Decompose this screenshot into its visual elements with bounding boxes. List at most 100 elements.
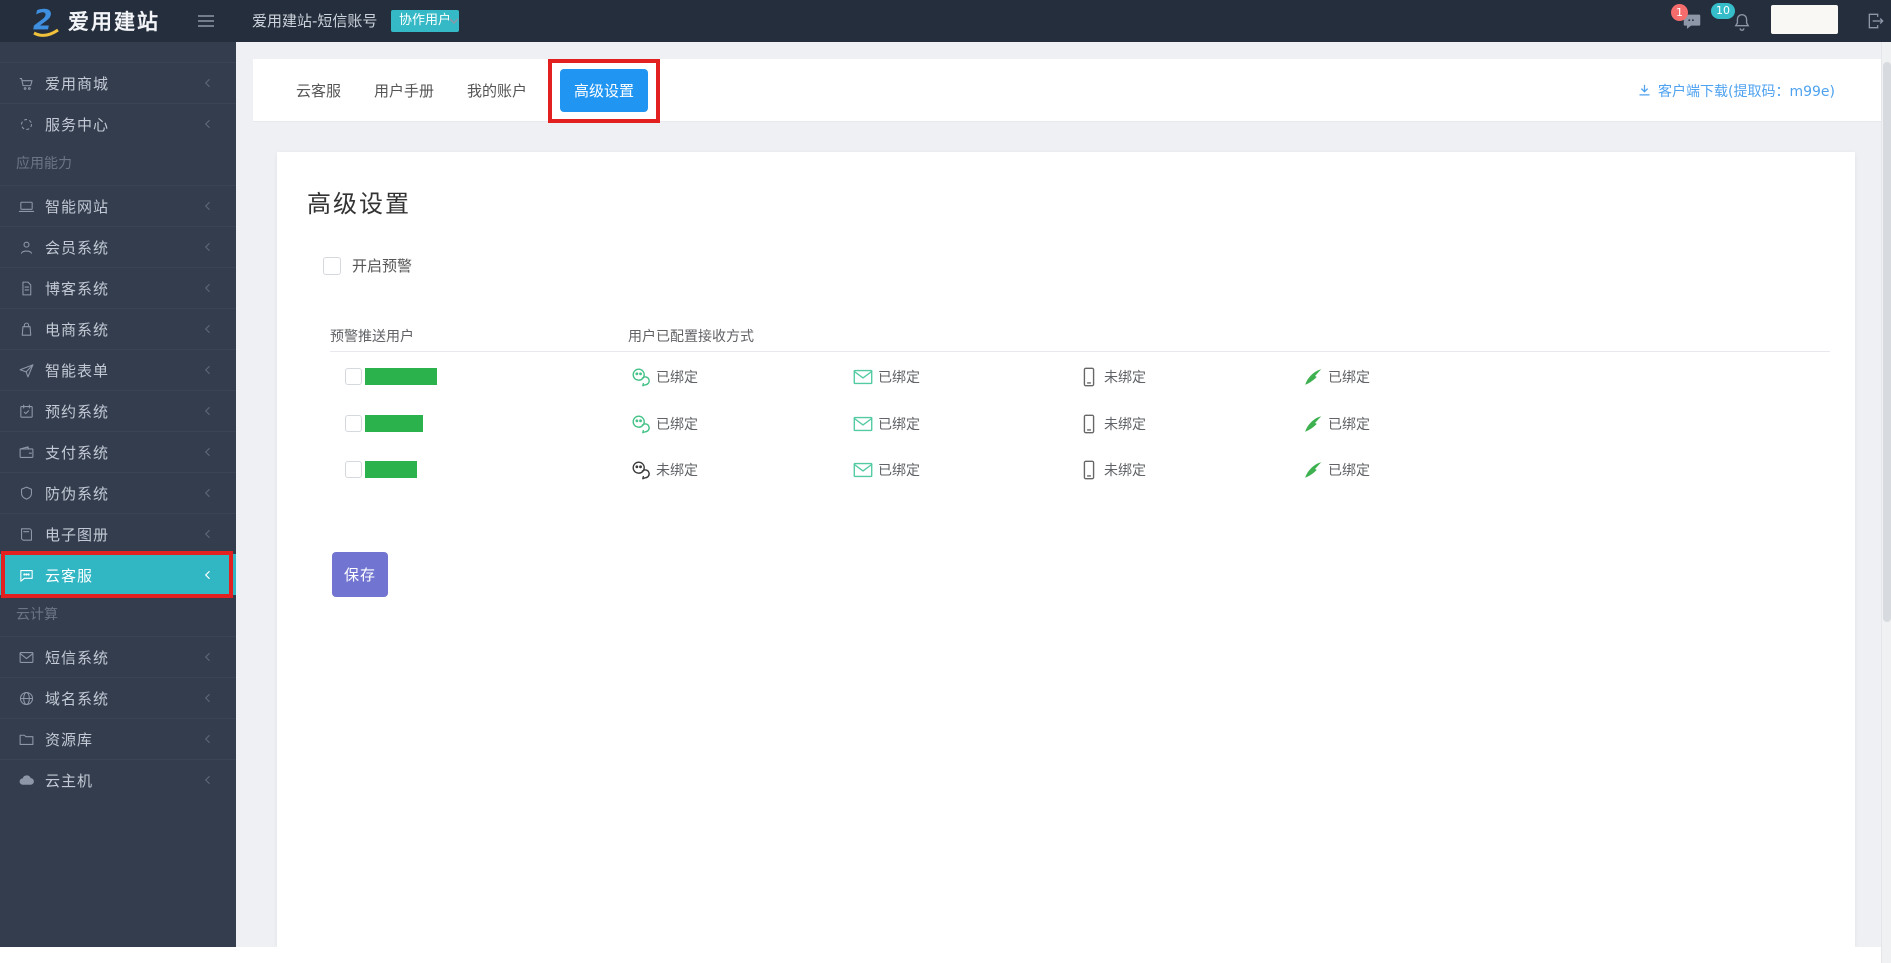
sidebar-item-mail[interactable]: 短信系统 bbox=[0, 636, 236, 677]
chevron-left-icon bbox=[202, 77, 214, 89]
save-button[interactable]: 保存 bbox=[332, 552, 388, 597]
wechat-icon bbox=[630, 459, 652, 481]
status-label: 已绑定 bbox=[878, 462, 920, 479]
sidebar-item-album[interactable]: 电子图册 bbox=[0, 513, 236, 554]
wechat-icon bbox=[630, 366, 652, 388]
calendar-icon bbox=[18, 403, 35, 420]
chevron-left-icon bbox=[202, 200, 214, 212]
chevron-left-icon bbox=[202, 118, 214, 130]
main-area: 云客服 用户手册 我的账户 高级设置 客户端下载(提取码：m99e) 高级设置 开启预… bbox=[236, 42, 1881, 963]
sidebar-item-label: 短信系统 bbox=[45, 648, 110, 667]
sidebar-item-calendar[interactable]: 预约系统 bbox=[0, 390, 236, 431]
phone-icon bbox=[1078, 366, 1100, 388]
tab-1[interactable]: 用户手册 bbox=[374, 80, 434, 101]
status-label: 已绑定 bbox=[1328, 369, 1370, 386]
row-checkbox[interactable] bbox=[345, 415, 362, 432]
chevron-left-icon bbox=[202, 692, 214, 704]
download-icon bbox=[1637, 83, 1652, 98]
sidebar-item-paper-plane[interactable]: 智能表单 bbox=[0, 349, 236, 390]
redacted-username bbox=[365, 461, 417, 478]
enable-warning-checkbox[interactable] bbox=[323, 256, 341, 275]
sidebar-item-label: 预约系统 bbox=[45, 402, 110, 421]
status-cell: 已绑定 bbox=[1302, 353, 1370, 400]
sidebar-item-laptop[interactable]: 智能网站 bbox=[0, 185, 236, 226]
wing-icon bbox=[1302, 366, 1324, 388]
sidebar-item-label: 防伪系统 bbox=[45, 484, 110, 503]
tab-bar: 云客服 用户手册 我的账户 高级设置 客户端下载(提取码：m99e) bbox=[253, 58, 1881, 123]
chevron-left-icon bbox=[202, 364, 214, 376]
status-cell: 已绑定 bbox=[1302, 400, 1370, 447]
sidebar-item-chat-bubble[interactable]: 云客服 bbox=[0, 551, 236, 598]
sidebar-item-shield[interactable]: 防伪系统 bbox=[0, 472, 236, 513]
laptop-icon bbox=[18, 198, 35, 215]
sidebar-item-folder[interactable]: 资源库 bbox=[0, 718, 236, 759]
sidebar-item-label: 电子图册 bbox=[45, 525, 110, 544]
sidebar-item-label: 智能表单 bbox=[45, 361, 110, 380]
status-cell: 已绑定 bbox=[852, 400, 920, 447]
topbar: 2 爱用建站 爱用建站-短信账号 协作用户 1 10 bbox=[0, 0, 1891, 42]
chevron-left-icon bbox=[202, 733, 214, 745]
wing-icon bbox=[1302, 413, 1324, 435]
col-users-header: 预警推送用户 bbox=[330, 329, 414, 345]
notification-count-badge: 10 bbox=[1711, 3, 1735, 19]
hamburger-icon[interactable] bbox=[196, 11, 216, 31]
sidebar-item-label: 爱用商城 bbox=[45, 74, 110, 93]
sidebar: 爱用商城 服务中心 应用能力 智能网站 会员系统 博客系统 电商系统 智能表单 预约系统 支付系统… bbox=[0, 42, 236, 963]
status-cell: 未绑定 bbox=[1078, 446, 1146, 493]
page-bottom-gap bbox=[0, 947, 1891, 963]
svg-text:2: 2 bbox=[33, 4, 52, 36]
sidebar-item-spinner[interactable]: 服务中心 bbox=[0, 103, 236, 144]
tab-0[interactable]: 云客服 bbox=[296, 80, 341, 101]
status-label: 已绑定 bbox=[1328, 416, 1370, 433]
sidebar-item-document[interactable]: 博客系统 bbox=[0, 267, 236, 308]
spinner-icon bbox=[18, 116, 35, 133]
status-label: 未绑定 bbox=[1104, 369, 1146, 386]
sidebar-item-user[interactable]: 会员系统 bbox=[0, 226, 236, 267]
status-cell: 已绑定 bbox=[852, 353, 920, 400]
sidebar-item-label: 云客服 bbox=[45, 566, 94, 585]
caret-down-icon[interactable] bbox=[448, 16, 460, 26]
sidebar-item-label: 会员系统 bbox=[45, 238, 110, 257]
envelope-icon bbox=[852, 459, 874, 481]
phone-icon bbox=[1078, 413, 1100, 435]
wallet-icon bbox=[18, 444, 35, 461]
app-root: 2 爱用建站 爱用建站-短信账号 协作用户 1 10 爱用商城 服务中心 应用能力智… bbox=[0, 0, 1891, 963]
client-download-label: 客户端下载(提取码：m99e) bbox=[1658, 83, 1835, 100]
row-checkbox[interactable] bbox=[345, 368, 362, 385]
sidebar-item-cloud[interactable]: 云主机 bbox=[0, 759, 236, 800]
chevron-left-icon bbox=[202, 241, 214, 253]
status-cell: 未绑定 bbox=[1078, 353, 1146, 400]
document-icon bbox=[18, 280, 35, 297]
sidebar-item-label: 域名系统 bbox=[45, 689, 110, 708]
redacted-username bbox=[365, 368, 437, 385]
status-label: 未绑定 bbox=[1104, 416, 1146, 433]
sidebar-item-globe[interactable]: 域名系统 bbox=[0, 677, 236, 718]
logo-text: 爱用建站 bbox=[68, 10, 160, 34]
scrollbar[interactable] bbox=[1881, 42, 1891, 963]
chevron-left-icon bbox=[202, 446, 214, 458]
message-count-badge: 1 bbox=[1671, 4, 1688, 21]
enable-warning-row: 开启预警 bbox=[323, 255, 412, 276]
scrollbar-thumb[interactable] bbox=[1883, 62, 1891, 622]
sidebar-item-label: 服务中心 bbox=[45, 115, 110, 134]
client-download-link[interactable]: 客户端下载(提取码：m99e) bbox=[1637, 59, 1835, 122]
sidebar-item-label: 支付系统 bbox=[45, 443, 110, 462]
tab-3[interactable]: 高级设置 bbox=[560, 68, 649, 112]
sidebar-item-wallet[interactable]: 支付系统 bbox=[0, 431, 236, 472]
sidebar-item-cart[interactable]: 爱用商城 bbox=[0, 62, 236, 103]
status-label: 已绑定 bbox=[878, 369, 920, 386]
tab-active-wrap: 高级设置 bbox=[548, 58, 661, 123]
cloud-icon bbox=[18, 772, 35, 789]
sidebar-item-bag[interactable]: 电商系统 bbox=[0, 308, 236, 349]
globe-icon bbox=[18, 690, 35, 707]
table-row: 已绑定 已绑定 未绑定 已绑定 bbox=[277, 353, 1855, 400]
bell-icon[interactable] bbox=[1731, 11, 1753, 33]
row-checkbox[interactable] bbox=[345, 461, 362, 478]
chevron-left-icon bbox=[202, 487, 214, 499]
envelope-icon bbox=[852, 413, 874, 435]
logout-icon[interactable] bbox=[1866, 11, 1886, 31]
tab-2[interactable]: 我的账户 bbox=[467, 80, 527, 101]
chevron-left-icon bbox=[202, 569, 214, 581]
status-label: 已绑定 bbox=[656, 416, 698, 433]
table-header: 预警推送用户 用户已配置接收方式 bbox=[330, 322, 1830, 352]
